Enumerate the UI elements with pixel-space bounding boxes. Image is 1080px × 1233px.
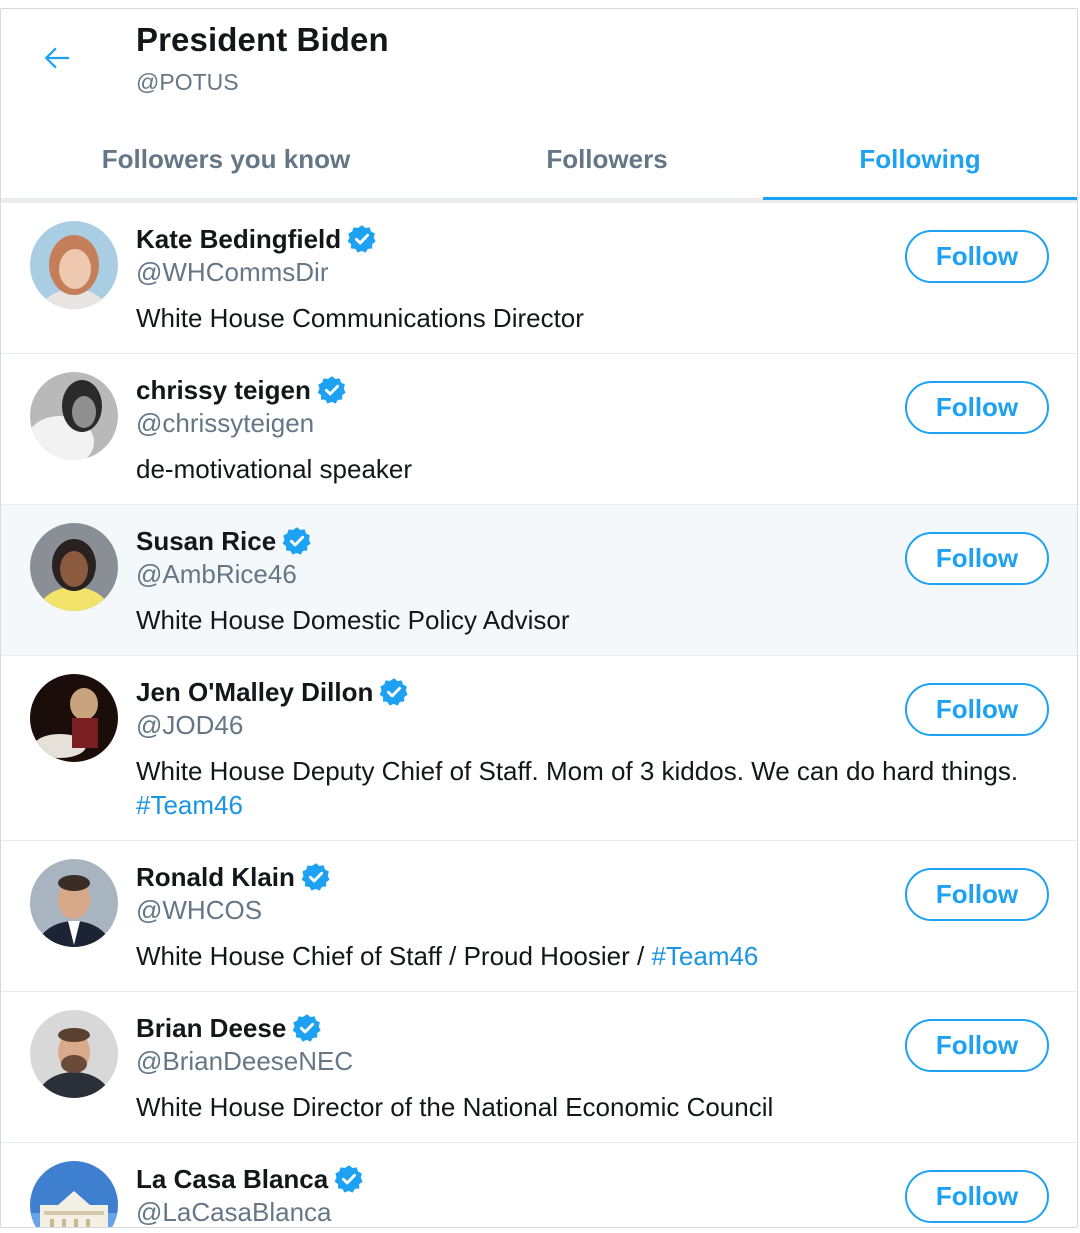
follow-button[interactable]: Follow <box>905 1170 1049 1223</box>
list-item[interactable]: Brian Deese @BrianDeeseNEC White House D… <box>1 992 1077 1143</box>
verified-badge-icon <box>334 1165 363 1193</box>
verified-badge-icon <box>317 376 346 404</box>
follow-button[interactable]: Follow <box>905 381 1049 434</box>
user-bio: White House Chief of Staff / Proud Hoosi… <box>136 941 759 971</box>
user-list: Kate Bedingfield @WHCommsDir White House… <box>1 199 1077 1227</box>
verified-badge-icon <box>282 527 311 555</box>
user-bio: White House Communications Director <box>136 303 584 333</box>
list-item[interactable]: chrissy teigen @chrissyteigen de-motivat… <box>1 354 1077 505</box>
user-handle: @BrianDeeseNEC <box>136 1046 354 1076</box>
following-panel: President Biden @POTUS Followers you kno… <box>0 8 1078 1228</box>
avatar <box>30 1161 118 1227</box>
verified-badge-icon <box>379 678 408 706</box>
user-handle: @JOD46 <box>136 710 244 740</box>
avatar <box>30 372 118 460</box>
user-name[interactable]: Brian Deese <box>136 1013 286 1044</box>
follow-button[interactable]: Follow <box>905 230 1049 283</box>
hashtag-link[interactable]: #Team46 <box>136 790 243 820</box>
list-item[interactable]: Jen O'Malley Dillon @JOD46 White House D… <box>1 656 1077 841</box>
tab-bar: Followers you know Followers Following <box>1 119 1077 200</box>
user-handle: @WHCommsDir <box>136 257 329 287</box>
tab-followers-you-know[interactable]: Followers you know <box>1 119 451 199</box>
list-item[interactable]: Kate Bedingfield @WHCommsDir White House… <box>1 203 1077 354</box>
verified-badge-icon <box>292 1014 321 1042</box>
avatar <box>30 674 118 762</box>
user-name[interactable]: La Casa Blanca <box>136 1164 328 1195</box>
verified-badge-icon <box>301 863 330 891</box>
page-title: President Biden <box>136 21 389 58</box>
user-handle: @WHCOS <box>136 895 263 925</box>
list-item[interactable]: Ronald Klain @WHCOS White House Chief of… <box>1 841 1077 992</box>
avatar <box>30 859 118 947</box>
user-handle: @chrissyteigen <box>136 408 315 438</box>
hashtag-link[interactable]: #Team46 <box>651 941 758 971</box>
back-button[interactable] <box>27 33 87 83</box>
profile-header: President Biden @POTUS <box>1 9 1077 119</box>
page-handle: @POTUS <box>136 69 239 95</box>
follow-button[interactable]: Follow <box>905 683 1049 736</box>
list-item[interactable]: La Casa Blanca @LaCasaBlanca Follow <box>1 1143 1077 1227</box>
follow-button[interactable]: Follow <box>905 1019 1049 1072</box>
avatar <box>30 1010 118 1098</box>
user-bio: White House Deputy Chief of Staff. Mom o… <box>136 756 1019 820</box>
user-handle: @AmbRice46 <box>136 559 297 589</box>
user-handle: @LaCasaBlanca <box>136 1197 332 1227</box>
user-name[interactable]: Ronald Klain <box>136 862 295 893</box>
tab-following[interactable]: Following <box>763 119 1077 200</box>
user-name[interactable]: Jen O'Malley Dillon <box>136 677 373 708</box>
user-name[interactable]: Susan Rice <box>136 526 276 557</box>
user-bio: White House Domestic Policy Advisor <box>136 605 570 635</box>
user-bio: White House Director of the National Eco… <box>136 1092 774 1122</box>
list-item[interactable]: Susan Rice @AmbRice46 White House Domest… <box>1 505 1077 656</box>
user-name[interactable]: chrissy teigen <box>136 375 311 406</box>
follow-button[interactable]: Follow <box>905 532 1049 585</box>
user-name[interactable]: Kate Bedingfield <box>136 224 341 255</box>
back-arrow-icon <box>44 47 69 69</box>
avatar <box>30 523 118 611</box>
user-bio: de-motivational speaker <box>136 454 413 484</box>
follow-button[interactable]: Follow <box>905 868 1049 921</box>
avatar <box>30 221 118 309</box>
tab-followers[interactable]: Followers <box>451 119 763 199</box>
verified-badge-icon <box>347 225 376 253</box>
